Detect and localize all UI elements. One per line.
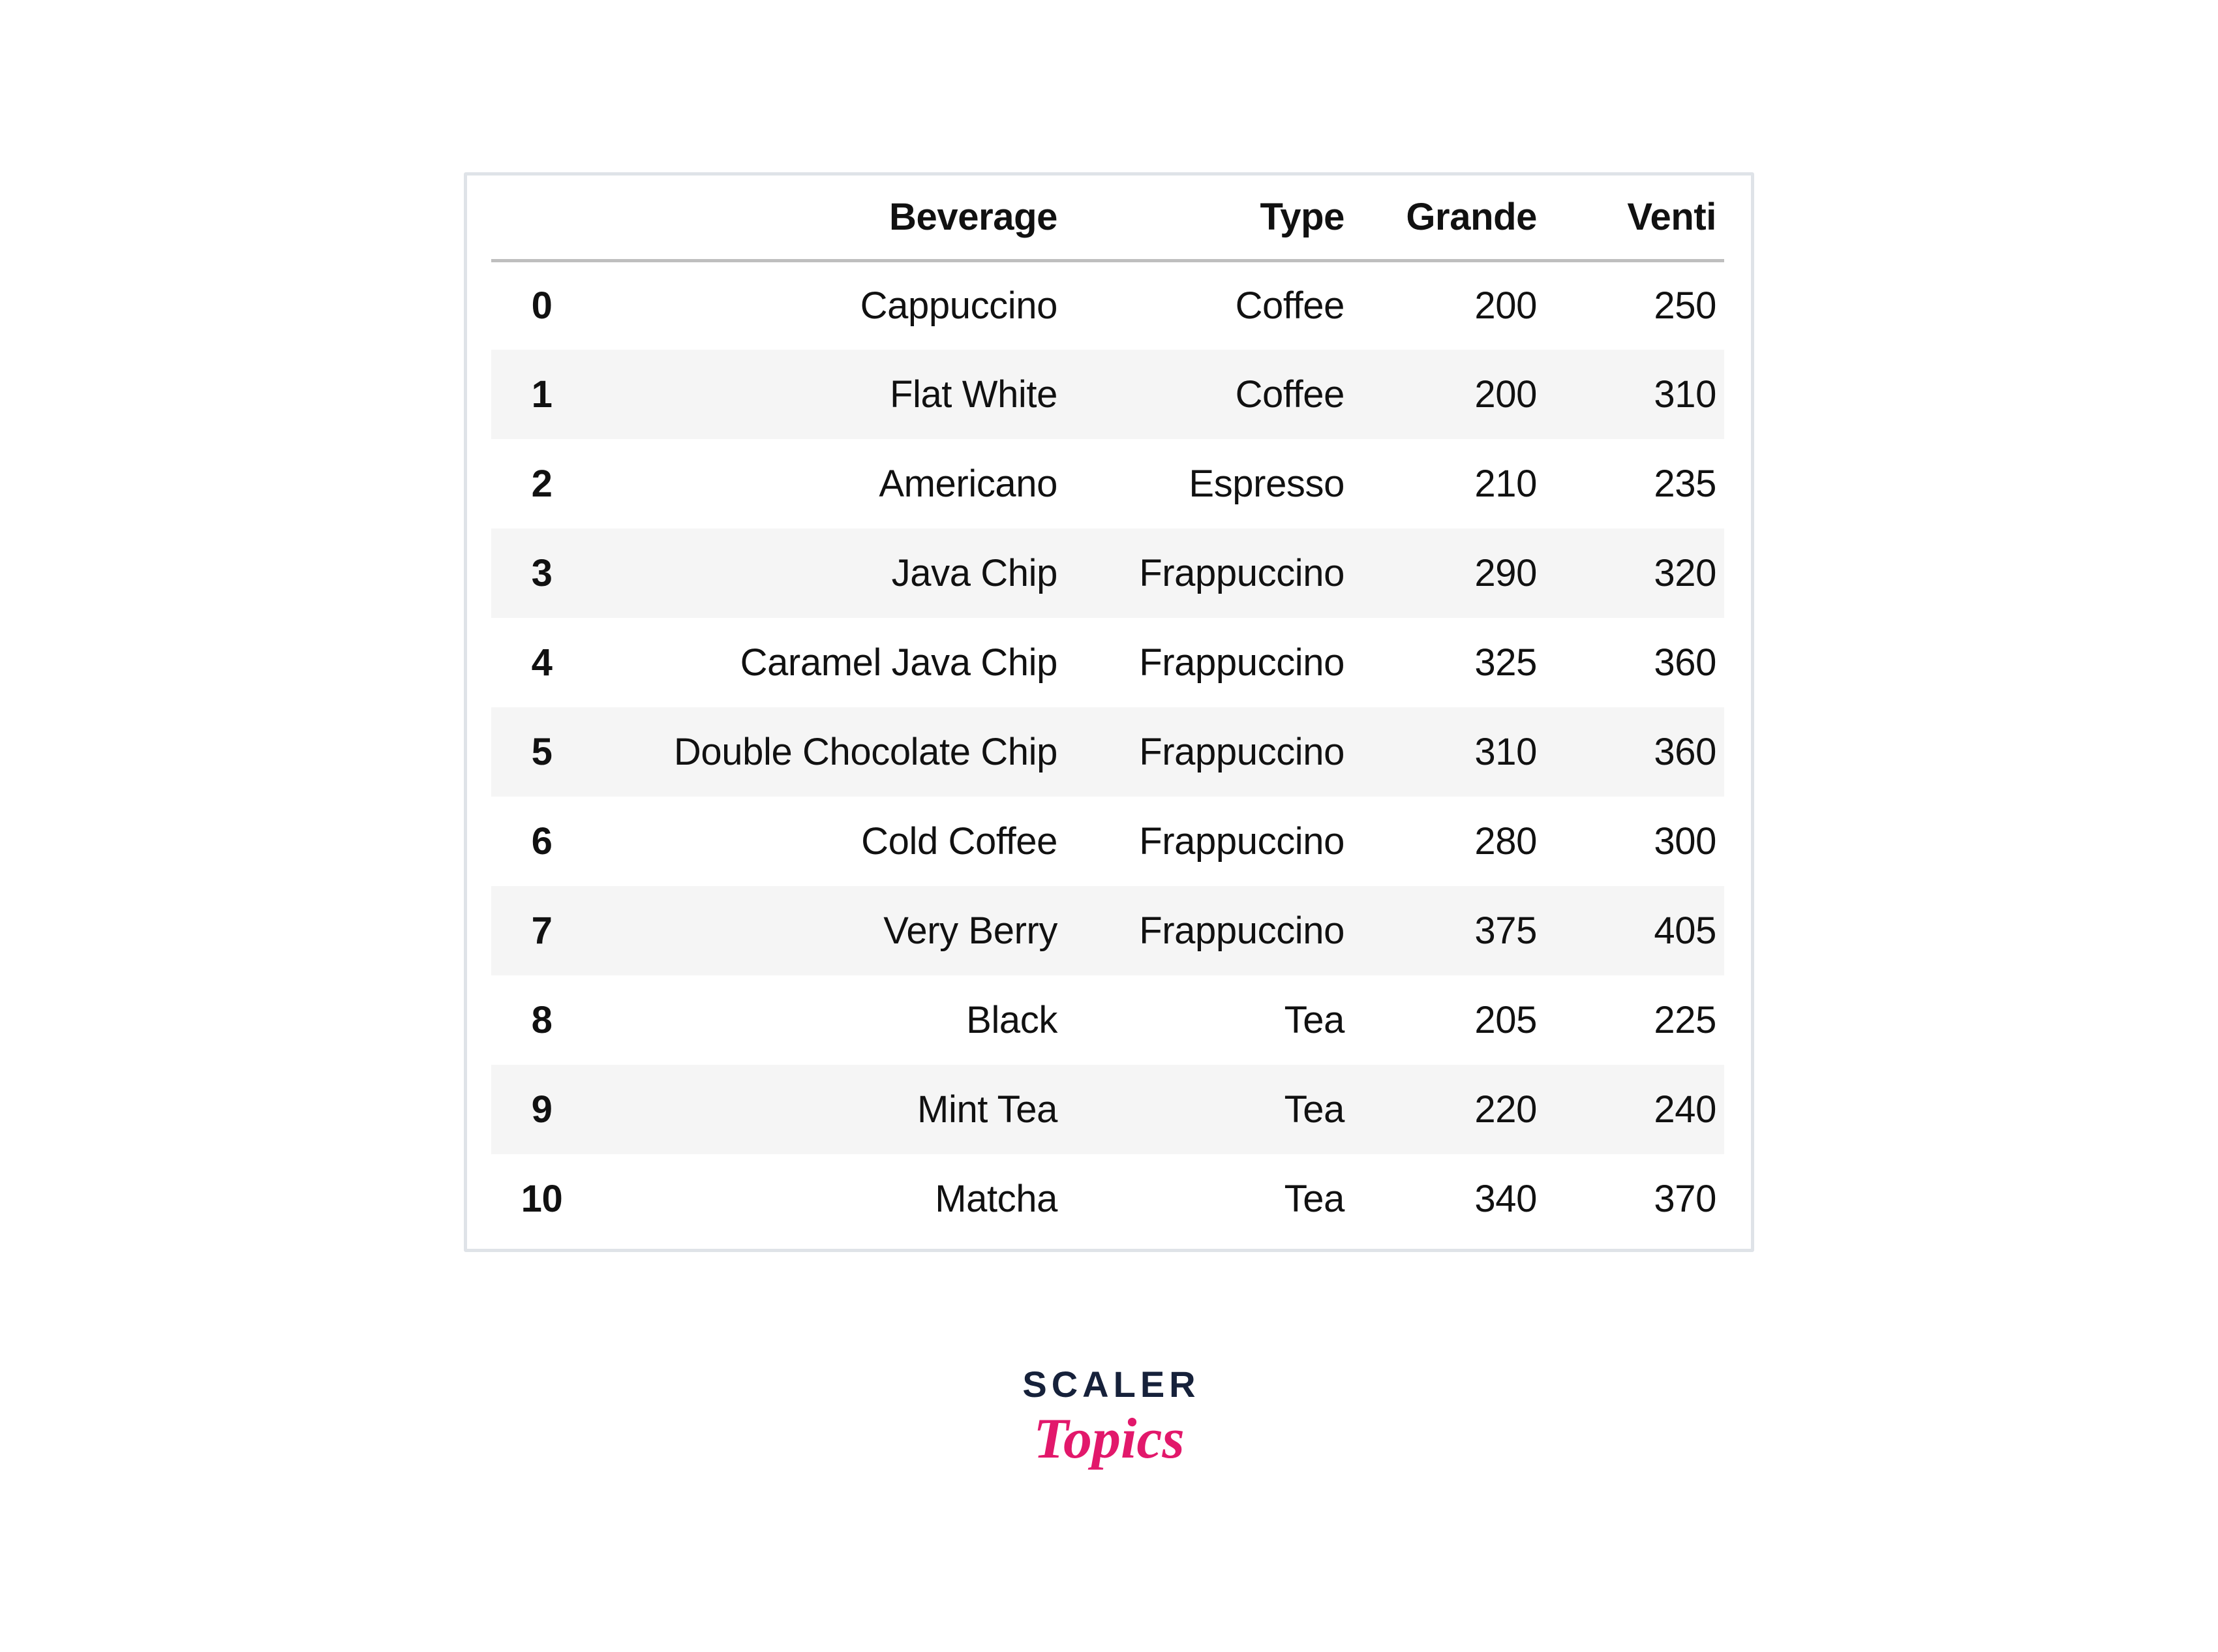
cell-beverage: Cold Coffee (592, 797, 1065, 886)
svg-text:Topics: Topics (1033, 1407, 1184, 1471)
header-row: Beverage Type Grande Venti (491, 176, 1724, 262)
cell-index: 0 (491, 260, 592, 350)
cell-index: 3 (491, 528, 592, 618)
table-row: 4 Caramel Java Chip Frappuccino 325 360 (491, 618, 1724, 707)
table-row: 0 Cappuccino Coffee 200 250 (491, 260, 1724, 350)
dataframe-inner: Beverage Type Grande Venti 0 Cappuccino Co… (491, 176, 1724, 1244)
cell-beverage: Americano (592, 439, 1065, 528)
table-row: 8 Black Tea 205 225 (491, 975, 1724, 1065)
cell-beverage: Java Chip (592, 528, 1065, 618)
table-row: 10 Matcha Tea 340 370 (491, 1154, 1724, 1244)
cell-beverage: Mint Tea (592, 1065, 1065, 1154)
cell-index: 10 (491, 1154, 592, 1244)
cell-type: Frappuccino (1065, 886, 1352, 975)
cell-grande: 220 (1352, 1065, 1545, 1154)
column-header-grande: Grande (1352, 176, 1545, 262)
column-header-venti: Venti (1545, 176, 1724, 262)
cell-beverage: Very Berry (592, 886, 1065, 975)
cell-venti: 405 (1545, 886, 1724, 975)
cell-type: Espresso (1065, 439, 1352, 528)
cell-beverage: Black (592, 975, 1065, 1065)
page-root: Beverage Type Grande Venti 0 Cappuccino Co… (0, 0, 2218, 1652)
cell-beverage: Matcha (592, 1154, 1065, 1244)
cell-grande: 325 (1352, 618, 1545, 707)
dataframe-table: Beverage Type Grande Venti 0 Cappuccino Co… (491, 176, 1724, 1244)
cell-index: 7 (491, 886, 592, 975)
cell-index: 8 (491, 975, 592, 1065)
logo-wordmark: SCALER (1022, 1364, 1200, 1405)
table-row: 6 Cold Coffee Frappuccino 280 300 (491, 797, 1724, 886)
cell-venti: 300 (1545, 797, 1724, 886)
cell-index: 2 (491, 439, 592, 528)
cell-type: Frappuccino (1065, 618, 1352, 707)
cell-venti: 370 (1545, 1154, 1724, 1244)
cell-index: 5 (491, 707, 592, 797)
cell-venti: 225 (1545, 975, 1724, 1065)
column-header-type: Type (1065, 176, 1352, 262)
cell-type: Tea (1065, 1154, 1352, 1244)
cell-venti: 360 (1545, 618, 1724, 707)
cell-beverage: Cappuccino (592, 260, 1065, 350)
cell-venti: 235 (1545, 439, 1724, 528)
table-header: Beverage Type Grande Venti (491, 176, 1724, 262)
cell-grande: 210 (1352, 439, 1545, 528)
table-row: 3 Java Chip Frappuccino 290 320 (491, 528, 1724, 618)
cell-grande: 340 (1352, 1154, 1545, 1244)
cell-type: Coffee (1065, 350, 1352, 439)
cell-venti: 320 (1545, 528, 1724, 618)
cell-grande: 200 (1352, 350, 1545, 439)
cell-grande: 375 (1352, 886, 1545, 975)
cell-grande: 290 (1352, 528, 1545, 618)
table-body: 0 Cappuccino Coffee 200 250 1 Flat White Coffee… (491, 260, 1724, 1244)
table-row: 1 Flat White Coffee 200 310 (491, 350, 1724, 439)
cell-type: Coffee (1065, 260, 1352, 350)
cell-beverage: Flat White (592, 350, 1065, 439)
cell-venti: 250 (1545, 260, 1724, 350)
cell-index: 9 (491, 1065, 592, 1154)
cell-grande: 205 (1352, 975, 1545, 1065)
cell-type: Frappuccino (1065, 528, 1352, 618)
cell-beverage: Caramel Java Chip (592, 618, 1065, 707)
table-row: 7 Very Berry Frappuccino 375 405 (491, 886, 1724, 975)
cell-grande: 280 (1352, 797, 1545, 886)
table-row: 9 Mint Tea Tea 220 240 (491, 1065, 1724, 1154)
cell-venti: 360 (1545, 707, 1724, 797)
cell-type: Tea (1065, 975, 1352, 1065)
dataframe-card: Beverage Type Grande Venti 0 Cappuccino Co… (464, 172, 1754, 1252)
cell-venti: 310 (1545, 350, 1724, 439)
table-row: 2 Americano Espresso 210 235 (491, 439, 1724, 528)
scaler-topics-logo: SCALER Topics (1005, 1366, 1213, 1497)
column-header-index (491, 176, 592, 262)
cell-index: 6 (491, 797, 592, 886)
logo-script: Topics (1005, 1404, 1213, 1476)
cell-type: Frappuccino (1065, 707, 1352, 797)
cell-index: 1 (491, 350, 592, 439)
column-header-beverage: Beverage (592, 176, 1065, 262)
cell-venti: 240 (1545, 1065, 1724, 1154)
cell-grande: 310 (1352, 707, 1545, 797)
table-row: 5 Double Chocolate Chip Frappuccino 310 360 (491, 707, 1724, 797)
cell-type: Frappuccino (1065, 797, 1352, 886)
cell-index: 4 (491, 618, 592, 707)
cell-type: Tea (1065, 1065, 1352, 1154)
cell-grande: 200 (1352, 260, 1545, 350)
cell-beverage: Double Chocolate Chip (592, 707, 1065, 797)
